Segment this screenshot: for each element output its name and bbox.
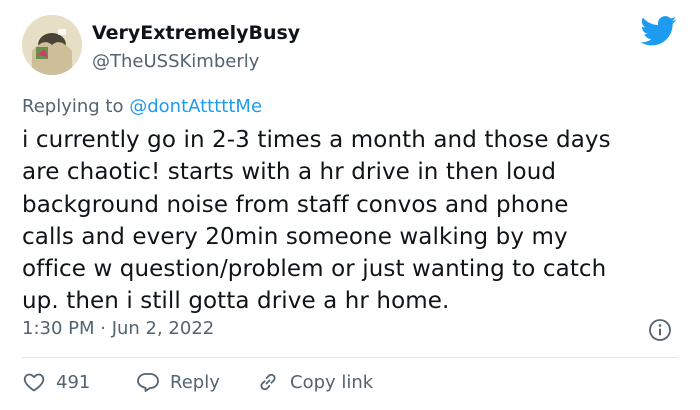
divider (22, 357, 678, 358)
like-count: 491 (56, 371, 91, 393)
tweet-line: office w question/problem or just wantin… (22, 256, 607, 283)
tweet-line: background noise from staff convos and p… (22, 191, 569, 218)
tweet-line: calls and every 20min someone walking by… (22, 223, 568, 250)
avatar[interactable] (22, 15, 82, 75)
twitter-bird-icon (640, 16, 677, 46)
like-button[interactable]: 491 (22, 370, 90, 394)
heart-icon (23, 373, 45, 392)
tweet-line: i currently go in 2-3 times a month and … (22, 127, 611, 153)
tweet-line: are chaotic! starts with a hr drive in t… (22, 159, 557, 186)
copy-link-label: Copy link (290, 371, 374, 393)
copy-link-button[interactable]: Copy link (256, 370, 373, 394)
reply-button[interactable]: Reply (136, 370, 220, 394)
speech-bubble-icon (137, 373, 159, 392)
info-icon[interactable] (648, 318, 672, 342)
reply-mention-link[interactable]: @dontAtttttMe (129, 96, 262, 117)
display-name[interactable]: VeryExtremelyBusy (92, 22, 300, 44)
reply-label: Reply (170, 371, 220, 393)
user-handle[interactable]: @TheUSSKimberly (92, 51, 259, 72)
replying-prefix: Replying to (22, 96, 124, 117)
link-icon (260, 373, 276, 391)
replying-to-line: Replying to @dontAtttttMe (22, 96, 262, 117)
tweet-line: up. then i still gotta drive a hr home. (22, 288, 450, 315)
tweet-text: i currently go in 2-3 times a month and … (22, 124, 687, 318)
tweet-timestamp[interactable]: 1:30 PM · Jun 2, 2022 (22, 318, 214, 339)
